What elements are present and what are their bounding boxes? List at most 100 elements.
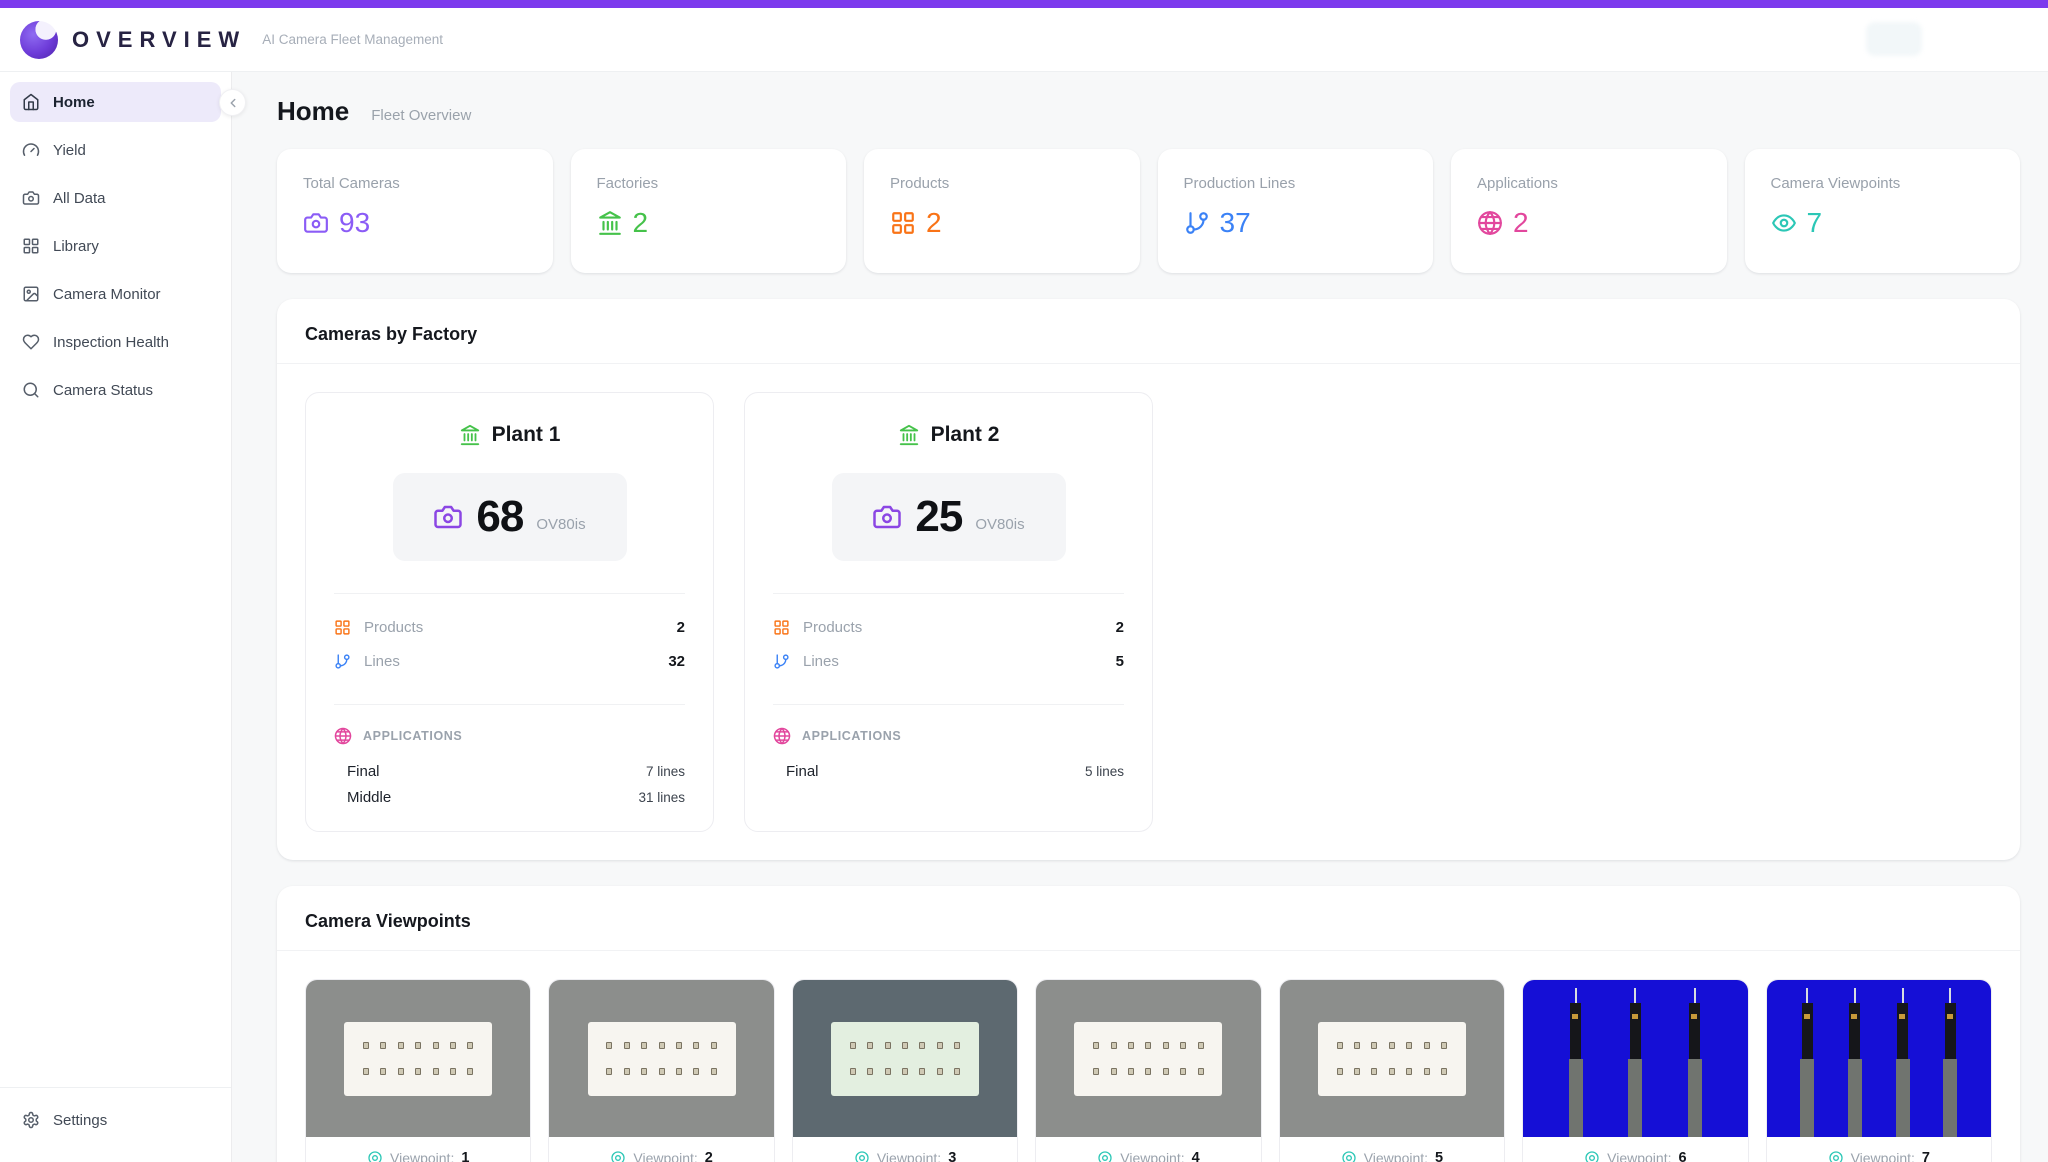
sidebar-item-label: Inspection Health bbox=[53, 333, 169, 351]
stat-value: 2 bbox=[632, 207, 649, 238]
lines-value: 5 bbox=[1115, 652, 1124, 670]
image-icon bbox=[22, 285, 40, 303]
application-row: Final 5 lines bbox=[773, 759, 1124, 785]
application-name: Middle bbox=[347, 789, 392, 806]
stat-value: 2 bbox=[926, 207, 942, 238]
applications-label: APPLICATIONS bbox=[363, 729, 463, 743]
sidebar: Home Yield All Data Library Camera Monit… bbox=[0, 72, 232, 1162]
products-row: Products 2 bbox=[773, 610, 1124, 644]
top-accent-bar bbox=[0, 0, 2048, 8]
stat-card-applications: Applications 2 bbox=[1451, 149, 1727, 273]
viewpoint-thumbnail bbox=[1279, 980, 1505, 1137]
heart-icon bbox=[22, 333, 40, 351]
viewpoint-card-5[interactable]: Viewpoint:5 Application:Final bbox=[1278, 979, 1506, 1162]
target-icon bbox=[854, 1150, 870, 1162]
camera-viewpoints-panel: Camera Viewpoints Viewpoint:1 Applicatio… bbox=[277, 886, 2020, 1162]
lines-label: Lines bbox=[364, 652, 400, 670]
viewpoint-thumbnail bbox=[306, 980, 531, 1137]
divider bbox=[334, 593, 685, 594]
viewpoint-value: 3 bbox=[948, 1150, 957, 1162]
gear-icon bbox=[22, 1111, 40, 1129]
divider bbox=[334, 704, 685, 705]
camera-icon bbox=[872, 502, 902, 532]
viewpoint-card-2[interactable]: Viewpoint:2 Application:Final bbox=[548, 979, 775, 1162]
home-icon bbox=[22, 93, 40, 111]
sidebar-item-home[interactable]: Home bbox=[10, 82, 221, 122]
viewpoint-label: Viewpoint: bbox=[1850, 1150, 1915, 1162]
application-lines: 5 lines bbox=[1084, 764, 1124, 779]
header-blurred-button bbox=[1866, 22, 1922, 56]
target-icon bbox=[1097, 1150, 1113, 1162]
camera-model: OV80is bbox=[536, 515, 586, 533]
stat-value: 93 bbox=[339, 207, 371, 238]
viewpoint-thumbnail bbox=[792, 980, 1018, 1137]
plant-card-plant-2[interactable]: Plant 2 25 OV80is Products 2 Lines 5 APP… bbox=[744, 392, 1153, 832]
connector-image bbox=[831, 1021, 980, 1096]
viewpoint-card-6[interactable]: Viewpoint:6 Application:Middle bbox=[1522, 979, 1749, 1162]
camera-count: 25 bbox=[915, 492, 963, 541]
sidebar-item-camera-monitor[interactable]: Camera Monitor bbox=[10, 274, 221, 314]
stat-value: 37 bbox=[1219, 207, 1251, 238]
connector-image bbox=[587, 1021, 736, 1096]
plant-card-plant-1[interactable]: Plant 1 68 OV80is Products 2 Lines 32 AP… bbox=[305, 392, 714, 832]
brand-tagline: AI Camera Fleet Management bbox=[262, 32, 444, 47]
products-label: Products bbox=[364, 618, 424, 636]
sidebar-item-yield[interactable]: Yield bbox=[10, 130, 221, 170]
sidebar-item-camera-status[interactable]: Camera Status bbox=[10, 370, 221, 410]
viewpoint-value: 2 bbox=[704, 1150, 713, 1162]
stat-card-factories: Factories 2 bbox=[570, 149, 846, 273]
factory-icon bbox=[597, 210, 623, 236]
viewpoint-card-7[interactable]: Viewpoint:7 Application:Middle bbox=[1765, 979, 1992, 1162]
viewpoint-label: Viewpoint: bbox=[1363, 1150, 1429, 1162]
applications-label: APPLICATIONS bbox=[802, 729, 902, 743]
stat-label: Factories bbox=[596, 175, 659, 192]
sidebar-collapse-button[interactable] bbox=[219, 89, 246, 116]
cameras-by-factory-panel: Cameras by Factory Plant 1 68 OV80is Pro… bbox=[277, 299, 2020, 860]
connector-image bbox=[1074, 1021, 1223, 1096]
target-icon bbox=[1341, 1150, 1357, 1162]
brand-logo bbox=[20, 20, 58, 59]
stat-value: 2 bbox=[1513, 207, 1529, 238]
viewpoint-thumbnail bbox=[1523, 980, 1748, 1137]
app-root: OVERVIEW AI Camera Fleet Management Home… bbox=[0, 0, 2048, 1162]
globe-icon bbox=[334, 727, 352, 745]
sidebar-item-library[interactable]: Library bbox=[10, 226, 221, 266]
camera-model: OV80is bbox=[975, 515, 1025, 533]
viewpoint-thumbnail bbox=[549, 980, 774, 1137]
viewpoint-value: 5 bbox=[1435, 1150, 1444, 1162]
application-row: Final 7 lines bbox=[334, 759, 685, 785]
plant-name: Plant 1 bbox=[491, 423, 561, 446]
chevron-left-icon bbox=[226, 96, 240, 110]
main-content: Home Fleet Overview Total Cameras 93 Fac… bbox=[232, 72, 2048, 1162]
brand-name: OVERVIEW bbox=[72, 26, 247, 52]
lines-row: Lines 32 bbox=[334, 644, 685, 678]
viewpoint-value: 7 bbox=[1921, 1150, 1930, 1162]
connector-image bbox=[1317, 1021, 1466, 1096]
breadcrumb: Fleet Overview bbox=[371, 107, 472, 124]
stat-label: Camera Viewpoints bbox=[1770, 175, 1901, 192]
divider bbox=[773, 704, 1124, 705]
sidebar-item-all-data[interactable]: All Data bbox=[10, 178, 221, 218]
page-head: Home Fleet Overview bbox=[277, 96, 2020, 127]
target-icon bbox=[1584, 1150, 1600, 1162]
viewpoint-card-4[interactable]: Viewpoint:4 Application:Final bbox=[1035, 979, 1262, 1162]
branch-icon bbox=[334, 653, 351, 670]
sidebar-item-label: Camera Monitor bbox=[53, 285, 161, 303]
lines-row: Lines 5 bbox=[773, 644, 1124, 678]
products-row: Products 2 bbox=[334, 610, 685, 644]
sidebar-item-settings[interactable]: Settings bbox=[10, 1100, 221, 1140]
viewpoint-card-3[interactable]: Viewpoint:3 Application:Final bbox=[791, 979, 1019, 1162]
camera-count-box: 25 OV80is bbox=[831, 473, 1066, 561]
section-title: Cameras by Factory bbox=[305, 324, 478, 344]
camera-icon bbox=[433, 502, 463, 532]
stat-label: Production Lines bbox=[1183, 175, 1296, 192]
products-value: 2 bbox=[1115, 618, 1124, 636]
target-icon bbox=[1828, 1150, 1844, 1162]
viewpoint-value: 4 bbox=[1191, 1150, 1200, 1162]
stat-card-products: Products 2 bbox=[864, 149, 1140, 273]
stat-card-camera-viewpoints: Camera Viewpoints 7 bbox=[1744, 149, 2020, 273]
page-title: Home bbox=[277, 96, 350, 126]
sidebar-item-inspection-health[interactable]: Inspection Health bbox=[10, 322, 221, 362]
grid-icon bbox=[334, 619, 351, 636]
viewpoint-card-1[interactable]: Viewpoint:1 Application:Final bbox=[305, 979, 532, 1162]
